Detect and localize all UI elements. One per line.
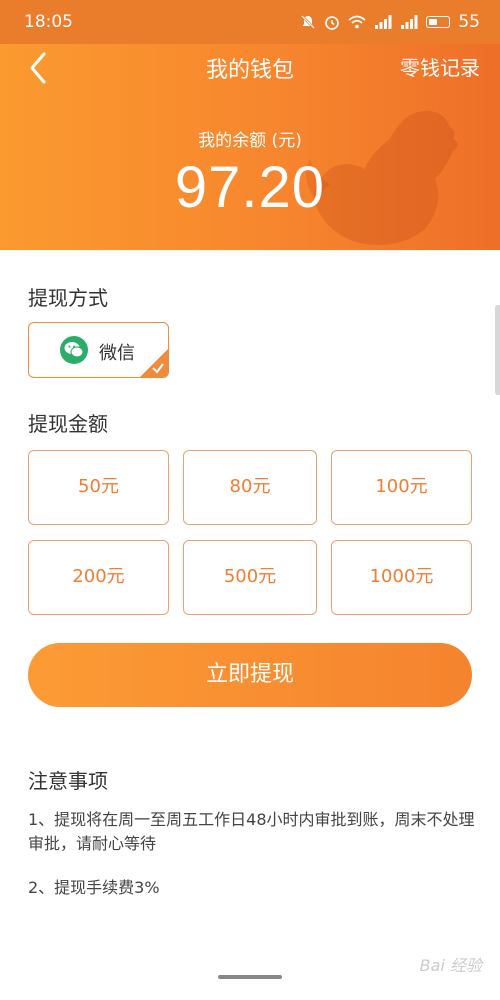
battery-icon [426,16,451,28]
signal-4g-icon [401,15,418,29]
amount-option-200[interactable]: 200元 [28,540,169,615]
checkmark-icon [152,363,164,374]
wechat-method-option[interactable]: 微信 [28,322,169,378]
status-time: 18:05 [24,12,73,32]
mute-icon [301,15,316,29]
amount-option-500[interactable]: 500元 [183,540,317,615]
wifi-icon [348,15,366,29]
amount-option-80[interactable]: 80元 [183,450,317,525]
wechat-label: 微信 [99,343,135,364]
change-records-link[interactable]: 零钱记录 [400,52,480,81]
wechat-icon [60,336,88,364]
alarm-icon [325,16,340,30]
amount-option-50[interactable]: 50元 [28,450,169,525]
status-bar: 18:05 55 [0,0,500,44]
balance-label: 我的余额 (元) [198,131,302,151]
battery-level: 55 [458,12,480,32]
withdraw-method-label: 提现方式 [28,286,108,310]
note-item-1: 1、提现将在周一至周五工作日48小时内审批到账，周末不处理审批，请耐心等待 [28,810,475,853]
signal-icon [375,15,392,29]
scroll-indicator[interactable] [495,305,500,395]
home-indicator[interactable] [218,975,282,979]
withdraw-amount-label: 提现金额 [28,412,108,436]
status-icons: 55 [300,12,480,32]
amount-option-1000[interactable]: 1000元 [331,540,472,615]
notes-title: 注意事项 [28,769,108,793]
wallet-header: 我的钱包 零钱记录 我的余额 (元) 97.20 [0,44,500,250]
watermark: Bai 经验 [419,956,482,975]
note-item-2: 2、提现手续费3% [28,878,160,897]
balance-value: 97.20 [174,155,326,220]
withdraw-now-button[interactable]: 立即提现 [28,643,472,707]
amount-option-100[interactable]: 100元 [331,450,472,525]
